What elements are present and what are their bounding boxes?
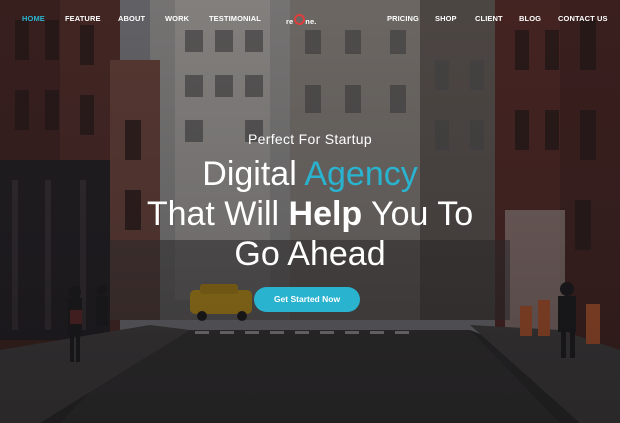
nav-blog-link[interactable]: BLOG	[519, 14, 541, 23]
logo-dot: .	[314, 17, 317, 26]
nav-client-link[interactable]: CLIENT	[475, 14, 503, 23]
nav-shop-link[interactable]: SHOP	[435, 14, 457, 23]
logo-circle-icon	[293, 14, 305, 25]
headline-text: That Will	[146, 195, 289, 233]
headline-accent-word: Agency	[304, 155, 418, 193]
nav-testimonial-link[interactable]: TESTIMONIAL	[209, 14, 261, 23]
headline-text: You To	[362, 195, 474, 233]
nav-contact-link[interactable]: CONTACT US	[558, 14, 608, 23]
nav-about-link[interactable]: ABOUT	[118, 14, 145, 23]
headline-line-3: Go Ahead	[234, 235, 386, 273]
nav-home-link[interactable]: HOME	[22, 14, 45, 23]
headline-bold-word: Help	[288, 195, 363, 233]
site-logo[interactable]: re ne.	[286, 14, 316, 26]
nav-feature-link[interactable]: FEATURE	[65, 14, 101, 23]
headline-text: Digital	[202, 155, 305, 193]
hero-headline: Digital Agency That Will Help You To Go …	[0, 154, 620, 274]
nav-work-link[interactable]: WORK	[165, 14, 189, 23]
headline-line-2: That Will Help You To	[147, 195, 473, 233]
get-started-button[interactable]: Get Started Now	[254, 287, 360, 312]
logo-text-start: re	[286, 17, 294, 26]
hero-tagline: Perfect For Startup	[248, 131, 372, 147]
headline-line-1: Digital Agency	[202, 155, 417, 193]
main-navigation: HOME FEATURE ABOUT WORK TESTIMONIAL re ne…	[0, 0, 620, 38]
logo-text-end: ne	[305, 17, 315, 26]
nav-pricing-link[interactable]: PRICING	[387, 14, 419, 23]
